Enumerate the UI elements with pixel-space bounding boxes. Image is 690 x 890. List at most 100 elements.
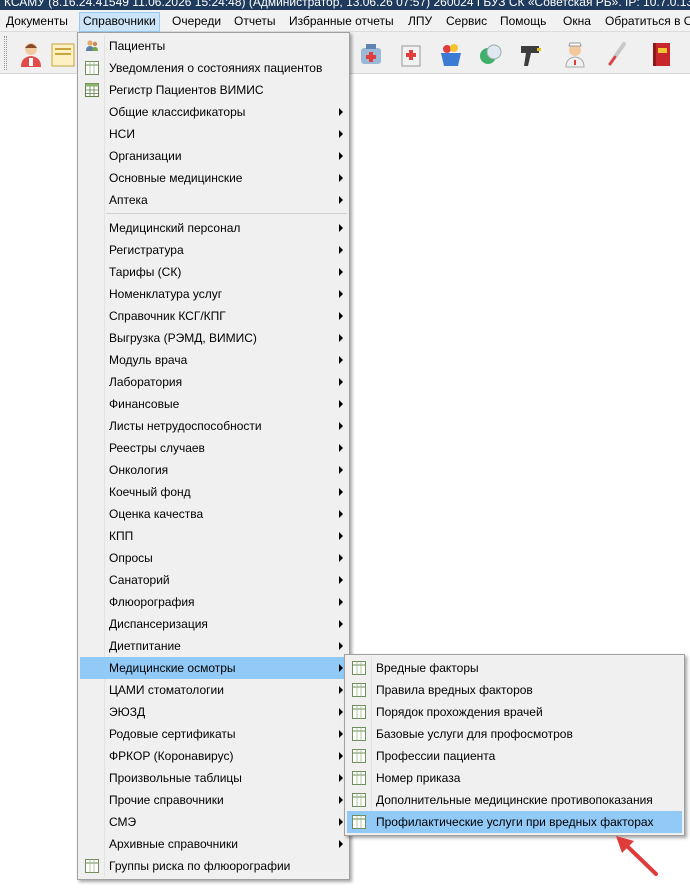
submenu-arrow-icon: [339, 554, 343, 562]
menu-item-33[interactable]: Произвольные таблицы: [80, 767, 347, 789]
menu-item-20[interactable]: Коечный фонд: [80, 481, 347, 503]
menu-item-0[interactable]: Пациенты: [80, 35, 347, 57]
menu-item-12[interactable]: Справочник КСГ/КПГ: [80, 305, 347, 327]
menu-item-27[interactable]: Диетпитание: [80, 635, 347, 657]
menu-item-label: Онкология: [109, 463, 169, 477]
menubar-help[interactable]: Помощь: [496, 12, 550, 32]
window-title: КСАМУ (8.16.24.41549 11.06.2026 15:24:48…: [4, 0, 690, 9]
menu-item-16[interactable]: Финансовые: [80, 393, 347, 415]
submenu-arrow-icon: [339, 466, 343, 474]
submenu-item-1[interactable]: Правила вредных факторов: [347, 679, 682, 701]
submenu-item-label: Профессии пациента: [376, 749, 496, 763]
menubar-windows[interactable]: Окна: [559, 12, 595, 32]
submenu-item-label: Дополнительные медицинские противопоказа…: [376, 793, 653, 807]
submenu-arrow-icon: [339, 796, 343, 804]
barcode-scanner-icon[interactable]: [518, 40, 544, 68]
menubar-documents[interactable]: Документы: [2, 12, 72, 32]
menu-item-label: Модуль врача: [109, 353, 188, 367]
submenu-item-label: Порядок прохождения врачей: [376, 705, 543, 719]
toolbar-grip[interactable]: [4, 36, 7, 70]
menu-item-22[interactable]: КПП: [80, 525, 347, 547]
menu-item-10[interactable]: Тарифы (СК): [80, 261, 347, 283]
menu-item-2[interactable]: Регистр Пациентов ВИМИС: [80, 79, 347, 101]
submenu-item-4[interactable]: Профессии пациента: [347, 745, 682, 767]
menu-item-29[interactable]: ЦАМИ стоматологии: [80, 679, 347, 701]
menu-bar: Документы Справочники Очереди Отчеты Изб…: [0, 10, 690, 32]
menu-item-32[interactable]: ФРКОР (Коронавирус): [80, 745, 347, 767]
menubar-favorite-reports[interactable]: Избранные отчеты: [285, 12, 398, 32]
menubar-reference-books[interactable]: Справочники: [79, 12, 160, 32]
menu-item-label: Аптека: [109, 193, 148, 207]
menu-item-26[interactable]: Диспансеризация: [80, 613, 347, 635]
grid-icon: [85, 83, 99, 97]
menu-item-label: Группы риска по флюорографии: [109, 859, 291, 873]
menu-item-label: Медицинские осмотры: [109, 661, 236, 675]
menu-item-1[interactable]: Уведомления о состояниях пациентов: [80, 57, 347, 79]
menu-item-13[interactable]: Выгрузка (РЭМД, ВИМИС): [80, 327, 347, 349]
menu-item-31[interactable]: Родовые сертификаты: [80, 723, 347, 745]
menu-item-36[interactable]: Архивные справочники: [80, 833, 347, 855]
menu-item-28[interactable]: Медицинские осмотры: [80, 657, 347, 679]
submenu-arrow-icon: [339, 510, 343, 518]
doctor-icon[interactable]: [18, 40, 44, 68]
table-icon: [352, 793, 366, 807]
submenu-item-6[interactable]: Дополнительные медицинские противопоказа…: [347, 789, 682, 811]
pills-icon[interactable]: [478, 40, 504, 68]
menubar-queues[interactable]: Очереди: [168, 12, 225, 32]
menu-item-21[interactable]: Оценка качества: [80, 503, 347, 525]
medical-kit-icon[interactable]: [398, 40, 424, 68]
menu-item-35[interactable]: СМЭ: [80, 811, 347, 833]
menu-item-3[interactable]: Общие классификаторы: [80, 101, 347, 123]
menu-item-24[interactable]: Санаторий: [80, 569, 347, 591]
submenu-item-5[interactable]: Номер приказа: [347, 767, 682, 789]
submenu-item-2[interactable]: Порядок прохождения врачей: [347, 701, 682, 723]
submenu-arrow-icon: [339, 108, 343, 116]
menu-item-label: Реестры случаев: [109, 441, 205, 455]
menu-item-8[interactable]: Медицинский персонал: [80, 217, 347, 239]
patient-card-icon[interactable]: [50, 40, 76, 68]
menu-item-23[interactable]: Опросы: [80, 547, 347, 569]
red-book-icon[interactable]: [648, 40, 674, 68]
submenu-arrow-icon: [339, 130, 343, 138]
submenu-arrow-icon: [339, 818, 343, 826]
submenu-arrow-icon: [339, 400, 343, 408]
menu-item-4[interactable]: НСИ: [80, 123, 347, 145]
menu-item-label: Лаборатория: [109, 375, 183, 389]
pharmacy-icon[interactable]: [358, 40, 384, 68]
menu-item-9[interactable]: Регистратура: [80, 239, 347, 261]
menu-item-30[interactable]: ЭЮЗД: [80, 701, 347, 723]
menu-item-11[interactable]: Номенклатура услуг: [80, 283, 347, 305]
menu-item-14[interactable]: Модуль врача: [80, 349, 347, 371]
medicine-basket-icon[interactable]: [438, 40, 464, 68]
submenu-item-0[interactable]: Вредные факторы: [347, 657, 682, 679]
menubar-service[interactable]: Сервис: [442, 12, 491, 32]
menu-item-label: Номенклатура услуг: [109, 287, 223, 301]
thermometer-icon[interactable]: [604, 40, 630, 68]
submenu-item-7[interactable]: Профилактические услуги при вредных факт…: [347, 811, 682, 833]
menubar-reports[interactable]: Отчеты: [230, 12, 279, 32]
menu-item-15[interactable]: Лаборатория: [80, 371, 347, 393]
menu-item-19[interactable]: Онкология: [80, 459, 347, 481]
patients-icon: [85, 39, 99, 53]
menu-item-17[interactable]: Листы нетрудоспособности: [80, 415, 347, 437]
table-icon: [352, 771, 366, 785]
menu-item-37[interactable]: Группы риска по флюорографии: [80, 855, 347, 877]
submenu-item-3[interactable]: Базовые услуги для профосмотров: [347, 723, 682, 745]
menu-item-34[interactable]: Прочие справочники: [80, 789, 347, 811]
menu-item-18[interactable]: Реестры случаев: [80, 437, 347, 459]
menu-item-7[interactable]: Аптека: [80, 189, 347, 211]
menu-item-6[interactable]: Основные медицинские: [80, 167, 347, 189]
menubar-lpu[interactable]: ЛПУ: [404, 12, 436, 32]
submenu-arrow-icon: [339, 334, 343, 342]
menu-item-label: Диспансеризация: [109, 617, 208, 631]
menu-item-label: Оценка качества: [109, 507, 204, 521]
menu-item-25[interactable]: Флюорография: [80, 591, 347, 613]
table-icon: [85, 61, 99, 75]
nurse-icon[interactable]: [562, 40, 588, 68]
table-icon: [85, 859, 99, 873]
submenu-arrow-icon: [339, 268, 343, 276]
submenu-arrow-icon: [339, 686, 343, 694]
menu-item-5[interactable]: Организации: [80, 145, 347, 167]
menubar-contact[interactable]: Обратиться в О: [601, 12, 690, 32]
menu-item-label: НСИ: [109, 127, 135, 141]
